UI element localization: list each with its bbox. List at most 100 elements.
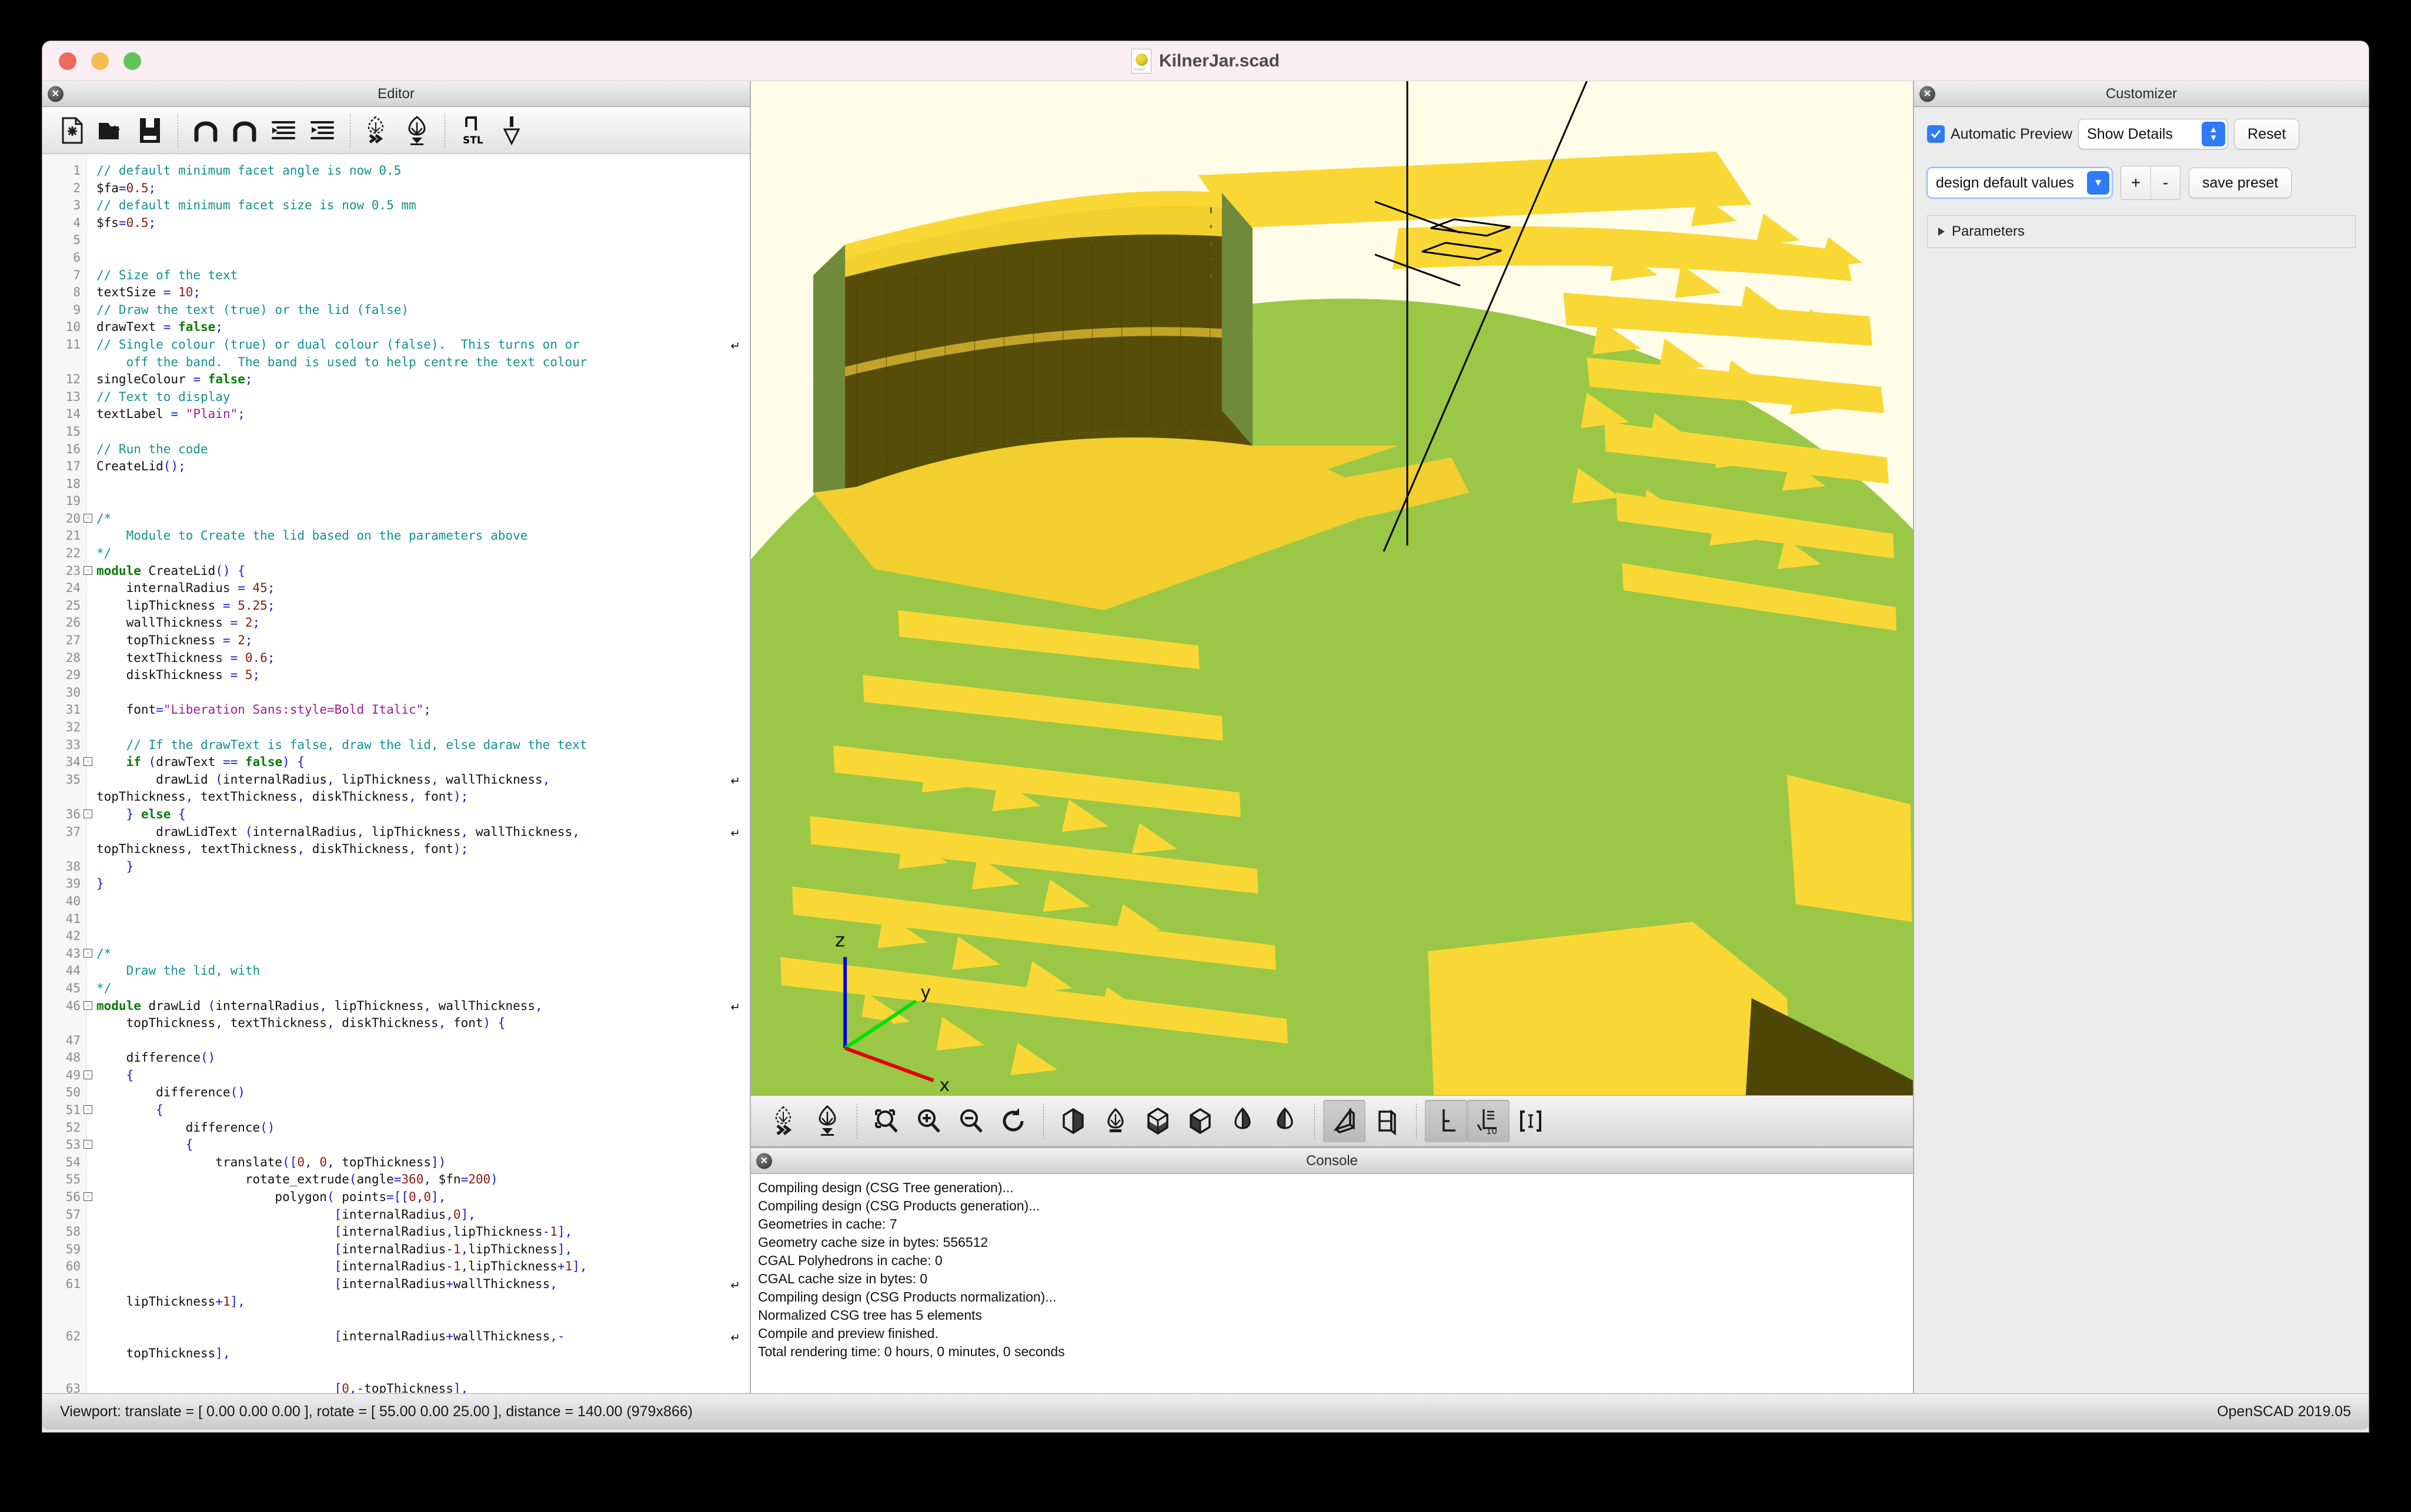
- code-line[interactable]: [96, 476, 750, 493]
- save-preset-button[interactable]: save preset: [2189, 168, 2292, 198]
- code-line[interactable]: // If the drawText is false, draw the li…: [96, 737, 750, 754]
- zoom-fit-icon[interactable]: [866, 1100, 908, 1142]
- add-preset-button[interactable]: +: [2121, 166, 2150, 199]
- code-line-continuation[interactable]: topThickness, textThickness, diskThickne…: [96, 841, 750, 858]
- perspective-icon[interactable]: [1323, 1100, 1365, 1142]
- view-top-icon[interactable]: [1094, 1100, 1137, 1142]
- code-line[interactable]: [96, 684, 750, 702]
- redo-icon[interactable]: [225, 111, 264, 150]
- code-line-continuation[interactable]: [96, 1310, 750, 1328]
- code-line[interactable]: }: [96, 858, 750, 876]
- console-output[interactable]: Compiling design (CSG Tree generation)..…: [751, 1174, 1913, 1393]
- code-line[interactable]: drawText = false;: [96, 319, 750, 336]
- code-line[interactable]: [96, 249, 750, 267]
- code-line[interactable]: translate([0, 0, topThickness]): [96, 1154, 750, 1172]
- reset-view-icon[interactable]: [993, 1100, 1035, 1142]
- undo-icon[interactable]: [186, 111, 225, 150]
- code-line[interactable]: // default minimum facet angle is now 0.…: [96, 162, 750, 180]
- customizer-close-icon[interactable]: ✕: [1919, 86, 1935, 102]
- code-line[interactable]: textLabel = "Plain";: [96, 406, 750, 423]
- preview-icon[interactable]: [764, 1100, 806, 1142]
- code-line[interactable]: [internalRadius+wallThickness,↵: [96, 1276, 750, 1293]
- code-line[interactable]: [96, 911, 750, 928]
- code-line[interactable]: [internalRadius,0],: [96, 1206, 750, 1224]
- indent-icon[interactable]: [303, 111, 342, 150]
- code-line[interactable]: [0,-topThickness],: [96, 1380, 750, 1393]
- code-line[interactable]: drawLidText (internalRadius, lipThicknes…: [96, 824, 750, 841]
- render-icon[interactable]: [398, 111, 436, 150]
- export-icon[interactable]: [492, 111, 531, 150]
- code-line-continuation[interactable]: lipThickness+1],: [96, 1293, 750, 1311]
- code-line[interactable]: } else {: [96, 806, 750, 824]
- orthogonal-icon[interactable]: [1365, 1100, 1408, 1142]
- code-line[interactable]: if (drawText == false) {: [96, 754, 750, 771]
- code-line[interactable]: topThickness = 2;: [96, 632, 750, 650]
- code-line[interactable]: [96, 493, 750, 510]
- view-bottom-icon[interactable]: [1137, 1100, 1179, 1142]
- show-edges-icon[interactable]: [1510, 1100, 1552, 1142]
- code-line[interactable]: // Single colour (true) or dual colour (…: [96, 336, 750, 354]
- code-line[interactable]: module drawLid (internalRadius, lipThick…: [96, 998, 750, 1015]
- code-line[interactable]: textSize = 10;: [96, 284, 750, 302]
- code-line[interactable]: drawLid (internalRadius, lipThickness, w…: [96, 771, 750, 789]
- preview-icon[interactable]: [359, 111, 398, 150]
- code-line[interactable]: [96, 232, 750, 249]
- view-front-icon[interactable]: [1221, 1100, 1264, 1142]
- code-line[interactable]: wallThickness = 2;: [96, 614, 750, 632]
- code-line-continuation[interactable]: [96, 1363, 750, 1380]
- code-line[interactable]: difference(): [96, 1049, 750, 1067]
- code-line[interactable]: rotate_extrude(angle=360, $fn=200): [96, 1171, 750, 1189]
- code-line[interactable]: difference(): [96, 1084, 750, 1102]
- parameters-group-header[interactable]: Parameters: [1928, 216, 2355, 247]
- detail-level-select[interactable]: Show Details ▲▼: [2078, 119, 2228, 149]
- export-stl-icon[interactable]: STL: [453, 111, 492, 150]
- code-line-continuation[interactable]: off the band. The band is used to help c…: [96, 354, 750, 372]
- code-line-continuation[interactable]: topThickness],: [96, 1345, 750, 1363]
- code-line[interactable]: $fa=0.5;: [96, 180, 750, 198]
- editor-close-icon[interactable]: ✕: [48, 86, 64, 102]
- code-line[interactable]: [96, 1032, 750, 1050]
- code-line[interactable]: module CreateLid() {: [96, 563, 750, 580]
- code-line[interactable]: {: [96, 1067, 750, 1085]
- code-editor-area[interactable]: 1234567891011 121314151617181920-212223-…: [42, 154, 750, 1393]
- save-file-icon[interactable]: [131, 111, 169, 150]
- code-line[interactable]: polygon( points=[[0,0],: [96, 1189, 750, 1206]
- code-line[interactable]: singleColour = false;: [96, 371, 750, 389]
- console-close-icon[interactable]: ✕: [756, 1153, 772, 1169]
- code-line[interactable]: {: [96, 1102, 750, 1119]
- code-line[interactable]: // Size of the text: [96, 267, 750, 285]
- reset-button[interactable]: Reset: [2234, 119, 2299, 149]
- code-line[interactable]: [internalRadius-1,lipThickness],: [96, 1241, 750, 1259]
- code-line[interactable]: lipThickness = 5.25;: [96, 597, 750, 615]
- code-line[interactable]: internalRadius = 45;: [96, 580, 750, 597]
- view-right-icon[interactable]: [1052, 1100, 1094, 1142]
- zoom-out-icon[interactable]: [950, 1100, 993, 1142]
- code-line[interactable]: CreateLid();: [96, 458, 750, 476]
- view-left-icon[interactable]: [1179, 1100, 1221, 1142]
- preset-select[interactable]: design default values ▼: [1927, 168, 2112, 198]
- code-line[interactable]: // Text to display: [96, 389, 750, 406]
- zoom-in-icon[interactable]: [908, 1100, 950, 1142]
- code-line[interactable]: Draw the lid, with: [96, 962, 750, 980]
- code-line[interactable]: */: [96, 980, 750, 998]
- code-line[interactable]: // default minimum facet size is now 0.5…: [96, 197, 750, 215]
- view-back-icon[interactable]: [1264, 1100, 1306, 1142]
- code-line[interactable]: [96, 928, 750, 945]
- code-line[interactable]: */: [96, 545, 750, 563]
- render-icon[interactable]: [806, 1100, 849, 1142]
- code-line[interactable]: [96, 893, 750, 911]
- code-line[interactable]: diskThickness = 5;: [96, 667, 750, 684]
- code-line[interactable]: [internalRadius,lipThickness-1],: [96, 1223, 750, 1241]
- code-line[interactable]: [internalRadius+wallThickness,-↵: [96, 1328, 750, 1346]
- code-line[interactable]: /*: [96, 510, 750, 528]
- code-line[interactable]: [96, 719, 750, 737]
- code-line-continuation[interactable]: topThickness, textThickness, diskThickne…: [96, 788, 750, 806]
- code-line[interactable]: difference(): [96, 1119, 750, 1137]
- show-scale-icon[interactable]: 10: [1467, 1100, 1510, 1142]
- code-line[interactable]: Module to Create the lid based on the pa…: [96, 527, 750, 545]
- code-line[interactable]: font="Liberation Sans:style=Bold Italic"…: [96, 701, 750, 719]
- remove-preset-button[interactable]: -: [2150, 166, 2180, 199]
- show-axes-icon[interactable]: [1425, 1100, 1467, 1142]
- code-line[interactable]: {: [96, 1136, 750, 1154]
- unindent-icon[interactable]: [264, 111, 303, 150]
